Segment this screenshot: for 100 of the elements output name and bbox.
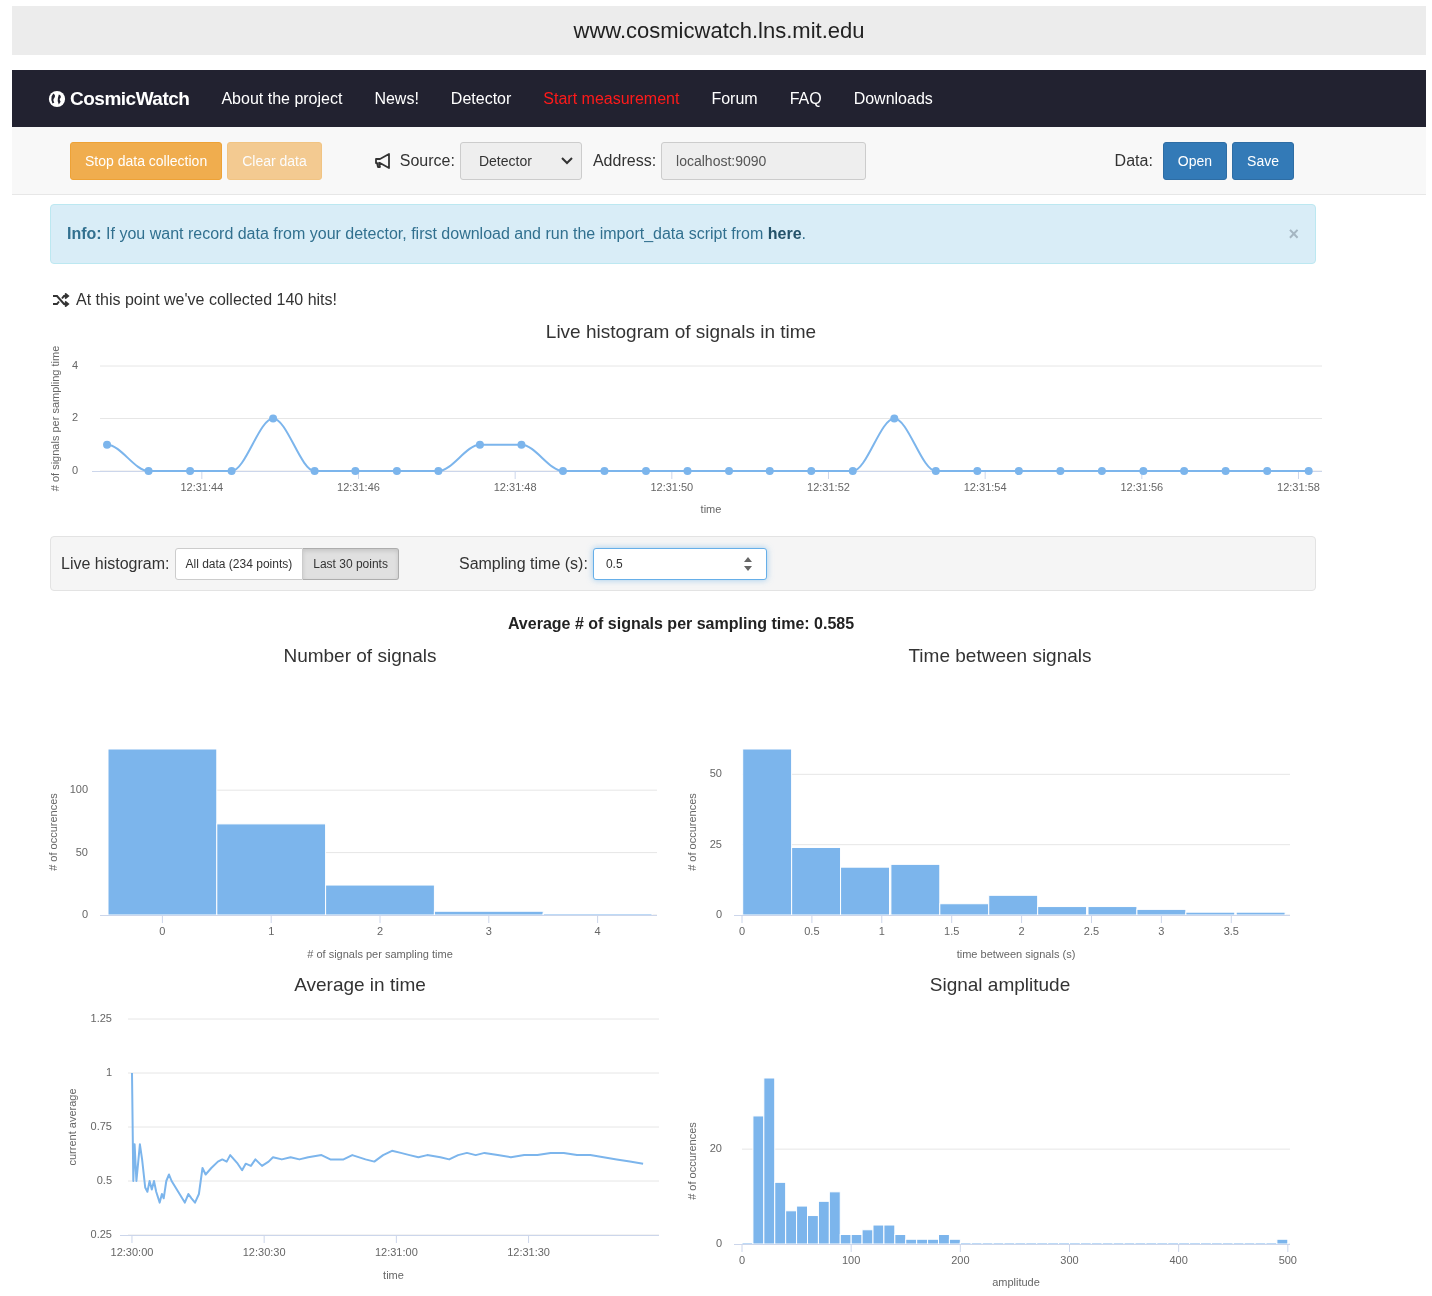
- chart-title: Live histogram of signals in time: [545, 321, 817, 342]
- data-point: [392, 467, 401, 475]
- data-point: [765, 467, 774, 475]
- tick-label: 3.5: [1223, 924, 1239, 937]
- axis-title: # of occurences: [46, 793, 59, 871]
- data-point: [558, 467, 567, 475]
- tick-label: 1: [105, 1065, 112, 1078]
- info-message: Info: If you want record data from your detector, first download and run the import_data script from here.: [67, 225, 806, 243]
- axis-title: # of signals per sampling time: [307, 947, 453, 960]
- tick-label: 12:31:44: [180, 480, 224, 493]
- tick-label: 0: [71, 463, 78, 476]
- nav-link[interactable]: Detector: [450, 89, 512, 108]
- tick-label: 50: [709, 767, 722, 780]
- data-point: [600, 467, 609, 475]
- save-button[interactable]: Save: [1232, 141, 1294, 180]
- sampling-time-label: Sampling time (s):: [458, 554, 588, 573]
- tick-label: 50: [75, 845, 88, 858]
- tick-label: 3: [485, 924, 492, 937]
- chart-title: Number of signals: [283, 645, 437, 666]
- data-point: [1263, 467, 1272, 475]
- data-point: [517, 440, 526, 449]
- tick-label: 12:31:48: [493, 480, 537, 493]
- chart-title: Signal amplitude: [929, 974, 1071, 995]
- histogram-bar: [872, 1224, 885, 1245]
- tick-label: 0.25: [90, 1227, 112, 1240]
- axis-title: # of signals per sampling time: [48, 345, 61, 492]
- source-label: Source:: [399, 151, 455, 170]
- tick-label: 500: [1278, 1253, 1297, 1266]
- tick-label: 12:31:00: [374, 1245, 418, 1258]
- address-label: Address:: [592, 151, 657, 170]
- axis-title: time: [383, 1268, 404, 1281]
- sampling-time-field[interactable]: 0.5: [592, 547, 767, 580]
- tick-label: 12:31:56: [1120, 480, 1164, 493]
- hits-message: At this point we've collected 140 hits!: [76, 291, 337, 309]
- tick-label: 12:31:54: [963, 480, 1007, 493]
- tick-label: 0: [715, 907, 722, 920]
- axis-title: time between signals (s): [956, 947, 1076, 960]
- tick-label: 0: [715, 1236, 722, 1249]
- axis-title: # of occurences: [685, 1122, 698, 1200]
- nav-link[interactable]: Start measurement: [543, 89, 680, 108]
- tick-label: 1.25: [90, 1011, 112, 1024]
- nav-link[interactable]: About the project: [221, 89, 343, 108]
- tick-label: 0: [159, 924, 166, 937]
- brand-link[interactable]: CosmicWatch: [48, 87, 190, 110]
- data-point: [1221, 467, 1230, 475]
- data-point: [1139, 467, 1148, 475]
- tick-label: 12:30:30: [242, 1245, 286, 1258]
- tick-label: 12:31:52: [807, 480, 850, 493]
- tick-label: 3: [1158, 924, 1165, 937]
- chart-title: Time between signals: [908, 645, 1092, 666]
- tick-label: 100: [69, 783, 88, 796]
- tick-label: 25: [709, 837, 722, 850]
- tick-label: 0.5: [804, 924, 820, 937]
- data-point: [807, 467, 816, 475]
- megaphone-icon: [374, 152, 393, 169]
- tick-label: 1: [878, 924, 885, 937]
- tick-label: 12:31:46: [337, 480, 380, 493]
- data-point: [434, 467, 443, 475]
- tick-label: 1.5: [944, 924, 960, 937]
- data-point: [973, 467, 982, 475]
- tick-label: 0: [738, 1253, 746, 1266]
- tick-label: 0.5: [96, 1173, 112, 1186]
- tick-label: 2: [376, 924, 384, 937]
- open-button[interactable]: Open: [1162, 141, 1228, 180]
- address-field[interactable]: localhost:9090: [661, 141, 867, 180]
- data-label: Data:: [1114, 151, 1153, 170]
- data-point: [725, 467, 733, 475]
- tick-label: 400: [1169, 1253, 1188, 1266]
- tick-label: 200: [951, 1253, 970, 1266]
- data-point: [1014, 467, 1023, 475]
- nav-link[interactable]: Downloads: [853, 89, 933, 108]
- data-point: [227, 467, 236, 475]
- range-toggle[interactable]: Last 30 points: [303, 547, 399, 580]
- tick-label: 2.5: [1083, 924, 1100, 937]
- histogram-bar: [1087, 906, 1138, 916]
- source-select[interactable]: Detector: [459, 141, 582, 180]
- here-link[interactable]: here: [767, 225, 802, 242]
- tick-label: 0: [81, 907, 88, 920]
- tick-label: 12:31:50: [650, 480, 694, 493]
- tick-label: 1: [268, 924, 275, 937]
- tick-label: 4: [71, 358, 78, 371]
- nav-link[interactable]: FAQ: [789, 89, 822, 108]
- tick-label: 2: [71, 411, 78, 424]
- range-toggle[interactable]: All data (234 points): [174, 547, 304, 580]
- chart-title: Average in time: [294, 974, 426, 995]
- data-point: [144, 467, 153, 475]
- nav-link[interactable]: Forum: [711, 89, 758, 108]
- tick-label: 300: [1060, 1253, 1079, 1266]
- data-point: [1056, 467, 1065, 475]
- chevron-icon: [560, 156, 573, 165]
- address-bar[interactable]: www.cosmicwatch.lns.mit.edu: [12, 6, 1426, 55]
- spinner-icon[interactable]: [742, 555, 753, 572]
- shuffle-icon: [52, 293, 70, 307]
- tick-label: 0: [738, 924, 746, 937]
- data-point: [103, 440, 112, 449]
- nav-link[interactable]: News!: [374, 89, 419, 108]
- tick-label: 100: [842, 1253, 861, 1266]
- data-point: [269, 414, 278, 423]
- average-text: Average # of signals per sampling time: 0.585: [506, 615, 856, 634]
- data-point: [642, 467, 650, 475]
